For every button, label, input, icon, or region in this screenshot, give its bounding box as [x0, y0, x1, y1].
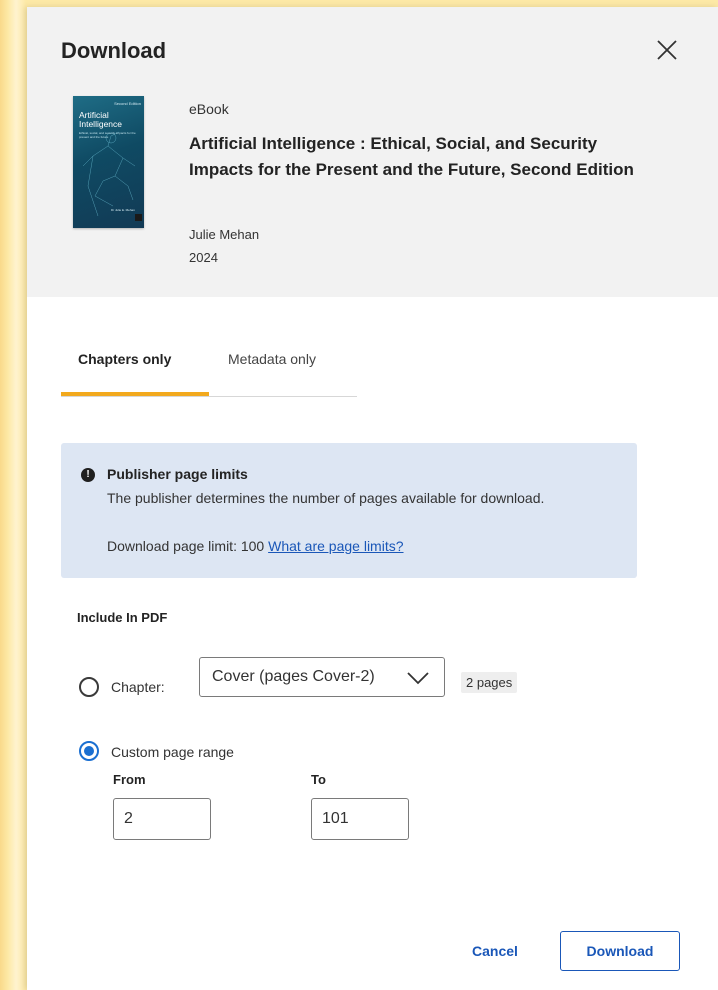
- notice-text: The publisher determines the number of p…: [107, 490, 545, 506]
- publisher-logo: [135, 214, 142, 221]
- chapter-select[interactable]: Cover (pages Cover-2): [199, 657, 445, 697]
- exclamation-icon: !: [81, 468, 95, 482]
- download-button[interactable]: Download: [560, 931, 680, 971]
- tab-metadata-only[interactable]: Metadata only: [228, 351, 316, 367]
- to-page-input[interactable]: [311, 798, 409, 840]
- from-page-input[interactable]: [113, 798, 211, 840]
- download-dialog: Download Second Edition Artificial Intel…: [27, 7, 718, 990]
- dialog-title: Download: [61, 38, 167, 63]
- custom-range-radio[interactable]: [79, 741, 99, 761]
- chapter-pages-badge: 2 pages: [461, 672, 518, 693]
- cover-title-line2: Intelligence: [79, 119, 123, 129]
- page-limit-text: Download page limit: 100: [107, 538, 265, 554]
- chapter-select-value: Cover (pages Cover-2): [212, 668, 375, 685]
- tab-chapters-only[interactable]: Chapters only: [78, 351, 171, 367]
- close-icon: [657, 40, 677, 60]
- cover-subtitle: Ethical, social, and security impacts fo…: [79, 131, 136, 139]
- notice-limit: Download page limit: 100 What are page l…: [107, 538, 404, 554]
- cancel-button[interactable]: Cancel: [455, 931, 535, 971]
- to-label: To: [311, 772, 326, 787]
- book-type: eBook: [189, 101, 229, 117]
- page-limits-link[interactable]: What are page limits?: [268, 538, 403, 554]
- notice-title: Publisher page limits: [107, 466, 248, 482]
- book-author: Julie Mehan: [189, 227, 260, 242]
- custom-range-label: Custom page range: [111, 744, 234, 760]
- page-limit-notice: ! Publisher page limits The publisher de…: [61, 443, 637, 578]
- chevron-down-icon: [407, 672, 429, 685]
- active-tab-indicator: [61, 392, 209, 396]
- include-in-pdf-label: Include In PDF: [77, 610, 168, 625]
- download-tabs: Chapters only Metadata only: [61, 342, 357, 397]
- book-cover-image: Second Edition Artificial Intelligence E…: [73, 96, 144, 228]
- from-label: From: [113, 772, 146, 787]
- close-button[interactable]: [653, 36, 681, 64]
- chapter-radio-label: Chapter:: [111, 679, 165, 695]
- book-year: 2024: [189, 250, 218, 265]
- chapter-radio[interactable]: [79, 677, 99, 697]
- dialog-header: Download Second Edition Artificial Intel…: [27, 7, 718, 297]
- book-title: Artificial Intelligence : Ethical, Socia…: [189, 134, 634, 179]
- cover-edition-tag: Second Edition: [114, 101, 141, 106]
- cover-author: Dr Julie E. Mehan: [111, 208, 135, 212]
